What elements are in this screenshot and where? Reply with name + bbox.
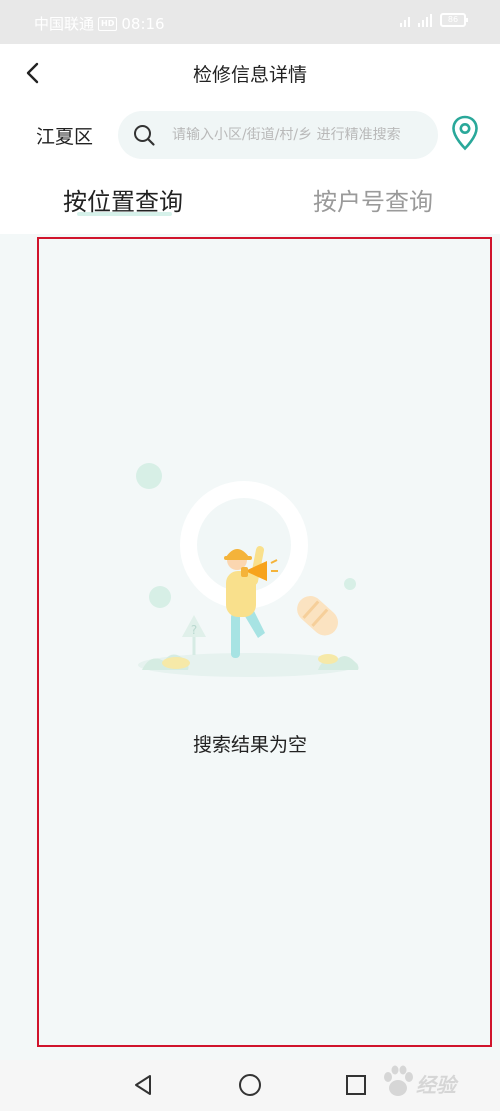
district-selector[interactable]: 江夏区 [36,122,93,149]
status-left: 中国联通 HD 08:16 [34,13,165,34]
status-right: 86 [400,13,468,27]
tab-by-location[interactable]: 按位置查询 [63,182,183,217]
hd-badge: HD [98,16,118,31]
tab-by-account[interactable]: 按户号查询 [313,182,433,217]
nav-back-button[interactable] [128,1070,158,1100]
watermark-text: 经验 [416,1073,456,1097]
location-pin-icon[interactable] [451,115,479,151]
search-box[interactable] [118,111,438,159]
search-row: 江夏区 [0,104,500,166]
search-icon [134,125,155,146]
square-recent-icon [346,1075,366,1095]
wifi-signal-icon [400,13,410,27]
status-time: 08:16 [121,14,165,33]
nav-home-button[interactable] [235,1070,265,1100]
battery-icon: 86 [440,13,468,27]
circle-home-icon [239,1074,261,1096]
search-input[interactable] [172,127,432,143]
carrier-label: 中国联通 [34,15,95,33]
highlight-frame [37,237,492,1047]
query-tabs: 按位置查询 按户号查询 [0,170,500,234]
nav-recent-button[interactable] [341,1070,371,1100]
page-title: 检修信息详情 [192,64,307,86]
status-bar: 中国联通 HD 08:16 86 [0,0,500,44]
triangle-back-icon [135,1075,151,1095]
baidu-watermark: 经验 [378,1055,494,1105]
cell-signal-icon [418,13,432,27]
baidu-paw-logo [384,1065,413,1096]
app-header: 检修信息详情 [0,44,500,104]
